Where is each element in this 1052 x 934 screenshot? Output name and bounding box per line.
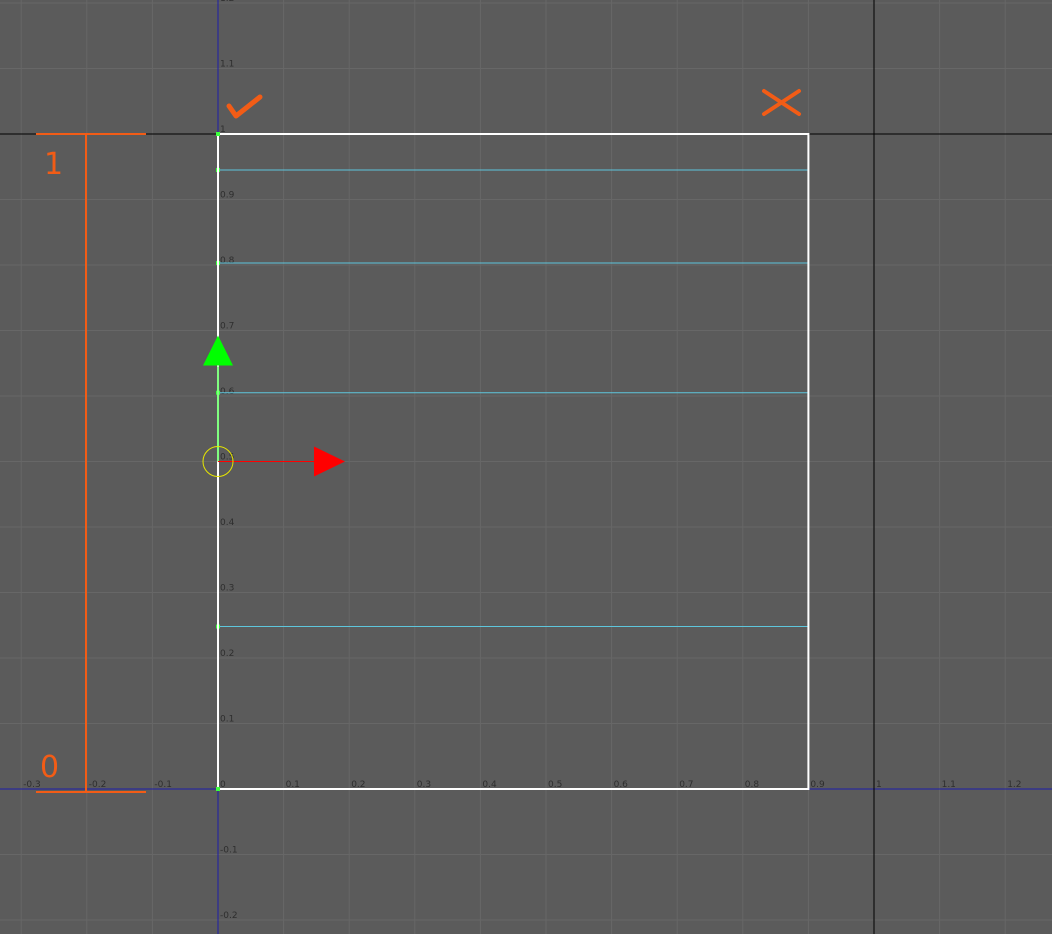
corner-point-bottom: [216, 787, 220, 791]
y-tick-label: -0.2: [220, 911, 238, 921]
curve-editor[interactable]: -0.3 -0.2 -0.1 0 0.1 0.2 0.3 0.4 0.5 0.6 0.7 0.8 0.9…: [0, 0, 1052, 934]
x-tick-label: 1: [876, 780, 882, 790]
y-tick-label: -0.1: [220, 846, 238, 856]
x-tick-label: 1.1: [942, 780, 956, 790]
viewport-background: [0, 0, 1052, 934]
y-tick-label: 0.6: [220, 387, 235, 397]
range-top-label: 1: [44, 147, 63, 182]
y-tick-label: 0.9: [220, 191, 235, 201]
y-tick-label: 0.3: [220, 584, 234, 594]
y-tick-label: 0.1: [220, 715, 234, 725]
x-tick-label: -0.3: [23, 780, 41, 790]
x-tick-label: -0.2: [89, 780, 107, 790]
y-tick-label: 1.1: [220, 60, 234, 70]
x-tick-label: 1.2: [1007, 780, 1021, 790]
y-tick-label: 0.4: [220, 518, 235, 528]
editor-viewport[interactable]: -0.3 -0.2 -0.1 0 0.1 0.2 0.3 0.4 0.5 0.6 0.7 0.8 0.9…: [0, 0, 1052, 934]
x-tick-label: -0.1: [154, 780, 172, 790]
y-tick-label: 1.2: [220, 0, 234, 4]
y-tick-label: 0.7: [220, 322, 234, 332]
y-tick-label: 0.2: [220, 649, 234, 659]
range-bottom-label: 0: [40, 750, 59, 785]
x-tick-label: 0.9: [810, 780, 825, 790]
y-tick-label: 0.8: [220, 256, 235, 266]
cancel-button[interactable]: [756, 84, 804, 120]
confirm-button[interactable]: [222, 86, 266, 122]
corner-point-top: [216, 132, 220, 136]
